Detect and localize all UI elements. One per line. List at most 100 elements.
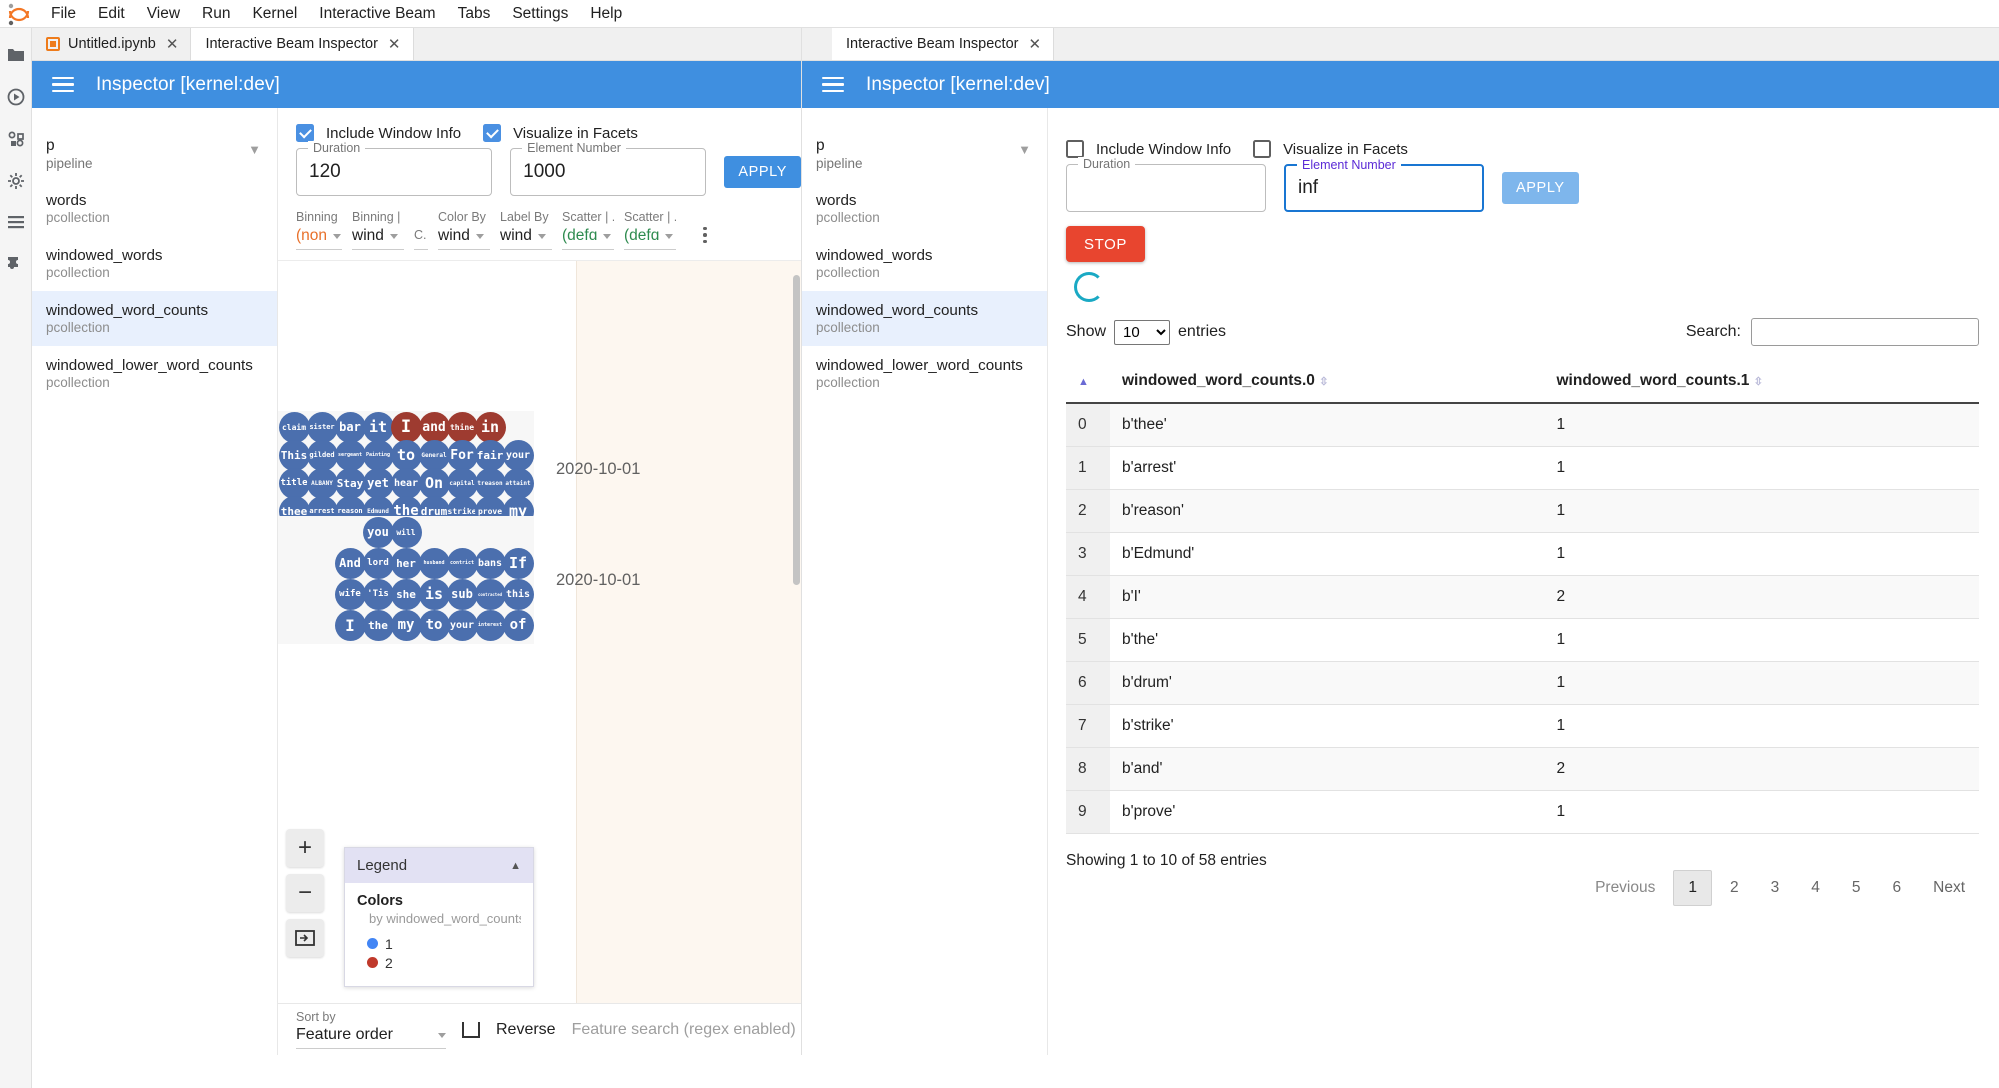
duration-input[interactable] (297, 149, 492, 195)
tab-untitled-ipynb[interactable]: Untitled.ipynb ✕ (32, 28, 192, 60)
menu-item-interactive-beam[interactable]: Interactive Beam (308, 2, 446, 26)
menu-item-edit[interactable]: Edit (87, 2, 136, 26)
bubble[interactable]: And (334, 547, 366, 579)
bubble[interactable]: you (362, 516, 394, 548)
menu-item-run[interactable]: Run (191, 2, 241, 26)
include-window-info-checkbox[interactable] (1066, 140, 1084, 158)
bubble[interactable]: Painting (362, 439, 394, 471)
bubble[interactable]: her (390, 547, 422, 579)
chevron-down-icon[interactable] (603, 233, 612, 239)
close-icon[interactable]: ✕ (1026, 37, 1041, 52)
feature-search-input[interactable]: Feature search (regex enabled) (572, 1021, 796, 1039)
bubble[interactable]: ALBANY (306, 467, 338, 499)
chevron-down-icon[interactable] (665, 233, 674, 239)
pcollection-item-windowed-lower-word-counts[interactable]: windowed_lower_word_counts pcollection (32, 346, 277, 401)
bubble[interactable]: of (502, 609, 534, 641)
pagination-page-6[interactable]: 6 (1879, 871, 1916, 905)
facet-c[interactable]: C. (414, 228, 438, 250)
menu-item-kernel[interactable]: Kernel (241, 2, 308, 26)
bubble[interactable]: wife (334, 578, 366, 610)
duration-input[interactable] (1067, 165, 1265, 211)
facet-binning-y[interactable]: Binning | ... wind (352, 210, 414, 250)
table-row[interactable]: 1 b'arrest' 1 (1066, 446, 1979, 490)
facet-binning-x[interactable]: Binning | ... (non (296, 210, 352, 250)
chevron-up-icon[interactable]: ▲ (510, 860, 521, 872)
facet-label-by[interactable]: Label By wind (500, 210, 562, 250)
bubble-cluster[interactable]: you will And lord her husband contrict bans If wi… (278, 516, 640, 644)
table-row[interactable]: 6 b'drum' 1 (1066, 661, 1979, 705)
facets-scrollbar[interactable] (793, 275, 800, 585)
legend-entry[interactable]: 1 (357, 934, 521, 953)
chevron-down-icon[interactable]: ▼ (248, 136, 261, 157)
bubble-cluster[interactable]: claim sister bar it Iand thine in This gilded ser… (278, 411, 640, 527)
element-number-field[interactable]: Element Number (510, 141, 707, 196)
more-vert-icon[interactable] (692, 220, 718, 250)
menu-item-help[interactable]: Help (579, 2, 633, 26)
table-row[interactable]: 3 b'Edmund' 1 (1066, 532, 1979, 576)
bubble[interactable]: my (390, 609, 422, 641)
table-row[interactable]: 7 b'strike' 1 (1066, 704, 1979, 748)
fit-screen-icon[interactable] (286, 919, 324, 957)
page-size-select[interactable]: 102550100 (1114, 319, 1171, 345)
bubble[interactable]: will (390, 516, 422, 548)
visualize-in-facets-checkbox[interactable] (1253, 140, 1272, 158)
apply-button[interactable]: APPLY (1502, 172, 1579, 204)
element-number-input[interactable] (1286, 166, 1482, 210)
bubble[interactable]: and (418, 411, 450, 443)
bubble[interactable]: interest (474, 609, 506, 641)
pcollection-item-windowed-words[interactable]: windowed_words pcollection (802, 236, 1047, 291)
bubble[interactable]: contrict (446, 547, 478, 579)
extensions-icon[interactable] (1, 244, 31, 286)
bubble[interactable]: This (278, 439, 310, 471)
close-icon[interactable]: ✕ (386, 37, 401, 52)
zoom-out-icon[interactable]: − (286, 874, 324, 912)
menu-item-settings[interactable]: Settings (501, 2, 579, 26)
pcollection-item-windowed-word-counts[interactable]: windowed_word_counts pcollection (802, 290, 1047, 346)
pcollection-item-windowed-words[interactable]: windowed_words pcollection (32, 236, 277, 291)
stop-button[interactable]: STOP (1066, 226, 1145, 262)
bubble[interactable]: I (390, 411, 422, 443)
reverse-checkbox[interactable] (462, 1021, 480, 1038)
visualize-in-facets-checkbox[interactable] (483, 124, 502, 142)
toc-icon[interactable] (1, 202, 31, 244)
table-row[interactable]: 9 b'prove' 1 (1066, 790, 1979, 834)
bubble[interactable]: your (502, 439, 534, 471)
table-row[interactable]: 4 b'I' 2 (1066, 575, 1979, 619)
bubble[interactable]: thine (446, 411, 478, 443)
table-row[interactable]: 0 b'thee' 1 (1066, 403, 1979, 447)
bubble[interactable]: yet (362, 467, 394, 499)
commands-icon[interactable] (1, 118, 31, 160)
menu-item-tabs[interactable]: Tabs (447, 2, 502, 26)
bubble[interactable]: contracted (474, 578, 506, 610)
chevron-down-icon[interactable] (537, 233, 546, 239)
bubble[interactable]: gilded (306, 439, 338, 471)
pipeline-root-node[interactable]: p pipeline ▼ (802, 130, 1047, 181)
bubble[interactable]: attaint (502, 467, 534, 499)
element-number-field[interactable]: Element Number (1284, 158, 1484, 212)
folder-icon[interactable] (1, 34, 31, 76)
bubble[interactable]: treason (474, 467, 506, 499)
duration-field[interactable]: Duration (296, 141, 493, 196)
bubble[interactable]: lord (362, 547, 394, 579)
pagination-page-2[interactable]: 2 (1716, 871, 1753, 905)
bubble[interactable]: sister (306, 411, 338, 443)
chevron-down-icon[interactable] (438, 1032, 446, 1038)
column-header-0[interactable]: windowed_word_counts.0 ⇳ (1110, 362, 1545, 404)
bubble[interactable]: 'Tis (362, 578, 394, 610)
hamburger-menu-icon[interactable] (822, 76, 844, 93)
bubble[interactable]: General (418, 439, 450, 471)
bubble[interactable]: claim (278, 411, 310, 443)
bubble[interactable]: is (418, 578, 450, 610)
bubble[interactable]: this (502, 578, 534, 610)
chevron-down-icon[interactable] (333, 233, 342, 239)
bubble[interactable]: in (474, 411, 506, 443)
search-input[interactable] (1751, 318, 1979, 346)
pagination-page-5[interactable]: 5 (1838, 871, 1875, 905)
bubble[interactable]: sub (446, 578, 478, 610)
close-icon[interactable]: ✕ (164, 37, 179, 52)
pagination-previous[interactable]: Previous (1581, 871, 1669, 905)
legend-header[interactable]: Legend ▲ (345, 848, 533, 883)
apply-button[interactable]: APPLY (724, 156, 801, 188)
bubble[interactable]: the (362, 609, 394, 641)
facet-color-by[interactable]: Color By wind (438, 210, 500, 250)
